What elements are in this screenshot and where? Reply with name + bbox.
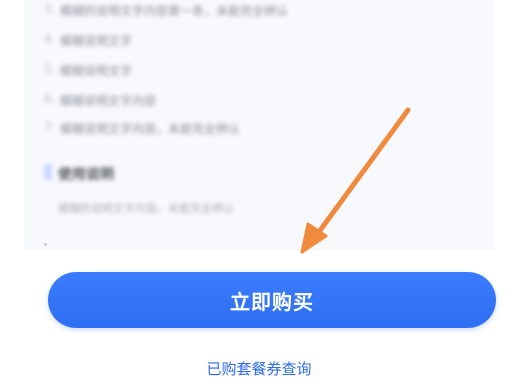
list-item-text: 模糊说明文字内容，未能完全辨认 (60, 122, 241, 136)
list-item-text: 模糊说明文字 (60, 64, 133, 78)
list-item-number: 4. (44, 32, 56, 46)
list-item: 3. 模糊的说明文字内容第一条，未能完全辨认 (44, 2, 289, 20)
list-item: 5. 模糊说明文字 (44, 62, 133, 80)
purchased-package-query-link[interactable]: 已购套餐券查询 (0, 358, 518, 379)
list-item: 6. 模糊说明文字内容 (44, 92, 157, 110)
list-item-text: 模糊说明文字内容 (60, 94, 157, 108)
list-item-text: 模糊的说明文字内容第一条，未能完全辨认 (60, 4, 289, 18)
buy-now-button[interactable]: 立即购买 (48, 272, 496, 328)
list-item: 4. 模糊说明文字 (44, 32, 133, 50)
divider-dot (44, 243, 47, 246)
section-description: 模糊的说明文字内容，未能完全辨认 (58, 202, 234, 214)
blurred-content: 3. 模糊的说明文字内容第一条，未能完全辨认 4. 模糊说明文字 5. 模糊说明… (0, 0, 518, 250)
list-item-number: 6. (44, 92, 56, 106)
list-item-number: 7. (44, 120, 56, 134)
section-title: 使用说明 (58, 167, 114, 183)
list-item-number: 3. (44, 2, 56, 16)
list-item-text: 模糊说明文字 (60, 34, 133, 48)
list-item-number: 5. (44, 62, 56, 76)
list-item: 7. 模糊说明文字内容，未能完全辨认 (44, 120, 241, 138)
section-marker (44, 164, 52, 180)
